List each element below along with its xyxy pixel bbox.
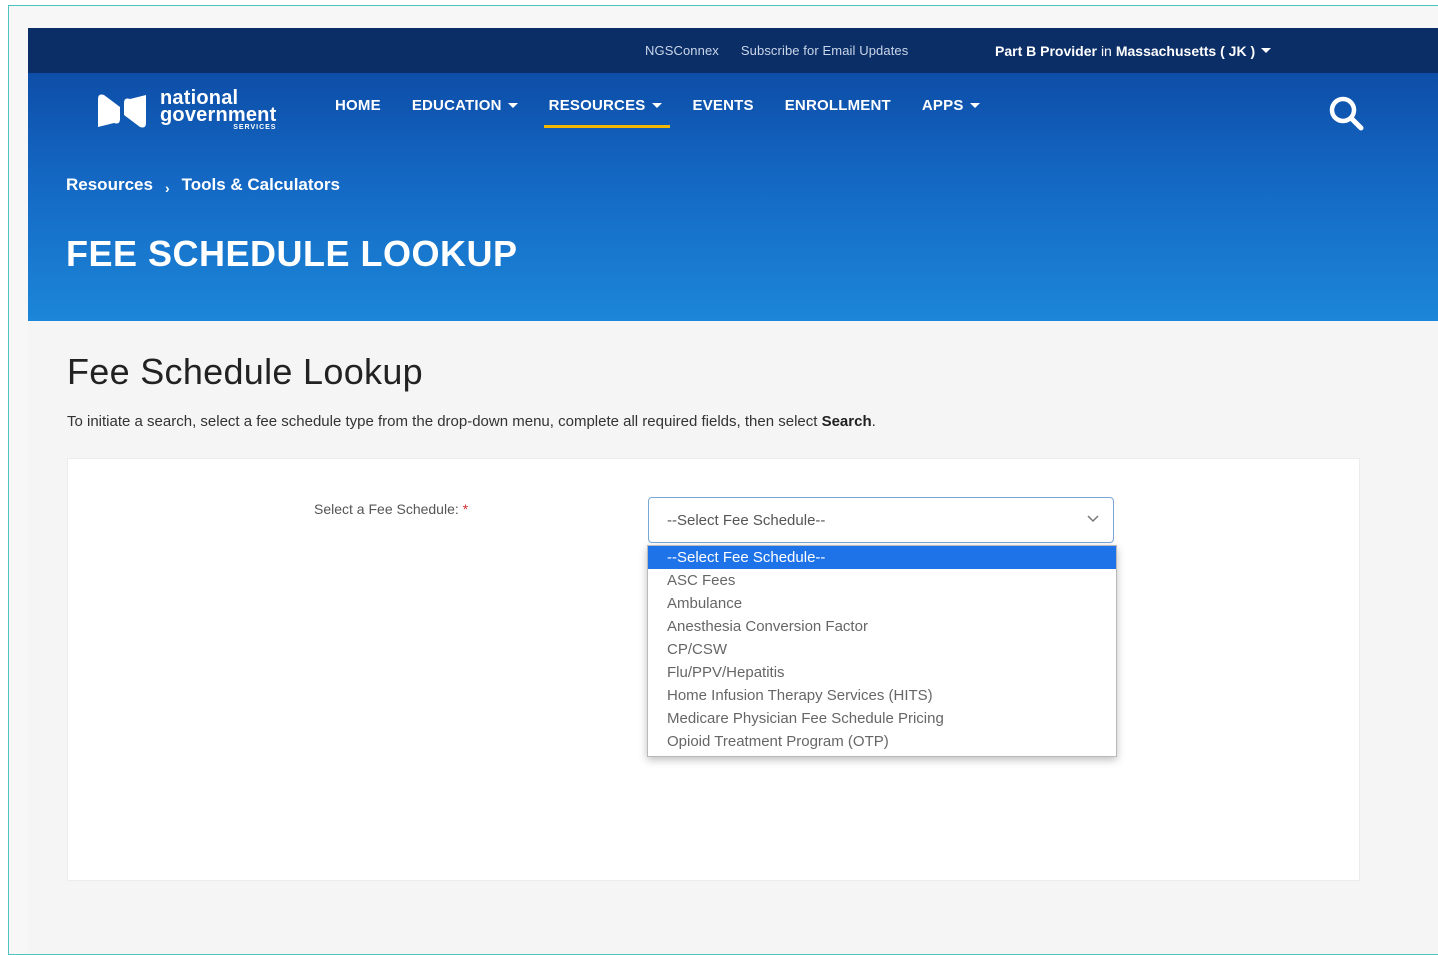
provider-in: in bbox=[1100, 42, 1112, 59]
ngs-logo[interactable]: national government SERVICES bbox=[94, 88, 277, 133]
breadcrumb-resources[interactable]: Resources bbox=[66, 175, 153, 195]
chevron-down-icon bbox=[969, 103, 980, 108]
dropdown-option[interactable]: ASC Fees bbox=[648, 569, 1116, 592]
fee-schedule-select[interactable]: --Select Fee Schedule-- bbox=[648, 497, 1114, 543]
chevron-down-icon bbox=[507, 103, 518, 108]
page-heading: FEE SCHEDULE LOOKUP bbox=[66, 233, 518, 274]
chevron-down-icon bbox=[1261, 48, 1272, 53]
dropdown-option[interactable]: Flu/PPV/Hepatitis bbox=[648, 661, 1116, 684]
ngsconnex-link[interactable]: NGSConnex bbox=[645, 43, 719, 58]
provider-state: Massachusetts ( JK ) bbox=[1115, 42, 1256, 59]
nav-label: EVENTS bbox=[692, 97, 754, 114]
nav-label: APPS bbox=[921, 97, 964, 114]
nav-home[interactable]: HOME bbox=[335, 97, 381, 128]
intro-pre: To initiate a search, select a fee sched… bbox=[67, 413, 822, 430]
nav-enrollment[interactable]: ENROLLMENT bbox=[785, 97, 891, 128]
screenshot-frame: NGSConnex Subscribe for Email Updates Pa… bbox=[8, 5, 1438, 955]
nav-label: ENROLLMENT bbox=[784, 97, 891, 114]
provider-type: Part B Provider bbox=[995, 42, 1097, 59]
intro-text: To initiate a search, select a fee sched… bbox=[67, 413, 876, 430]
dropdown-option[interactable]: Medicare Physician Fee Schedule Pricing bbox=[648, 707, 1116, 730]
chevron-down-icon bbox=[1087, 515, 1099, 523]
breadcrumb-separator: › bbox=[164, 180, 170, 196]
utility-links: NGSConnex Subscribe for Email Updates bbox=[645, 28, 930, 73]
dropdown-option[interactable]: Home Infusion Therapy Services (HITS) bbox=[648, 684, 1116, 707]
dropdown-option[interactable]: CP/CSW bbox=[648, 638, 1116, 661]
dropdown-option[interactable]: Opioid Treatment Program (OTP) bbox=[648, 730, 1116, 753]
nav-education[interactable]: EDUCATION bbox=[412, 97, 518, 128]
breadcrumb-tools[interactable]: Tools & Calculators bbox=[182, 175, 340, 195]
fee-schedule-selected-value: --Select Fee Schedule-- bbox=[667, 511, 826, 529]
page-title: Fee Schedule Lookup bbox=[67, 351, 423, 392]
site: NGSConnex Subscribe for Email Updates Pa… bbox=[28, 28, 1438, 954]
dropdown-option[interactable]: Anesthesia Conversion Factor bbox=[648, 615, 1116, 638]
utility-bar: NGSConnex Subscribe for Email Updates Pa… bbox=[28, 28, 1438, 73]
search-icon[interactable] bbox=[1326, 93, 1366, 133]
intro-search-word: Search bbox=[821, 413, 872, 430]
fee-schedule-dropdown: --Select Fee Schedule-- ASC Fees Ambulan… bbox=[647, 545, 1117, 757]
chevron-down-icon bbox=[651, 103, 662, 108]
subscribe-link[interactable]: Subscribe for Email Updates bbox=[741, 43, 908, 58]
breadcrumb: Resources › Tools & Calculators bbox=[66, 175, 340, 196]
nav-label: EDUCATION bbox=[411, 97, 502, 114]
lookup-form-card: Select a Fee Schedule: * --Select Fee Sch… bbox=[67, 458, 1360, 881]
nav-events[interactable]: EVENTS bbox=[693, 97, 754, 128]
fee-schedule-label: Select a Fee Schedule: * bbox=[314, 501, 468, 517]
logo-line-2: government bbox=[160, 104, 277, 126]
intro-post: . bbox=[871, 413, 876, 430]
nav-apps[interactable]: APPS bbox=[922, 97, 980, 128]
nav-label: HOME bbox=[335, 97, 381, 114]
dropdown-option[interactable]: Ambulance bbox=[648, 592, 1116, 615]
main-nav: HOME EDUCATION RESOURCES EVENTS ENROLLME… bbox=[335, 97, 1011, 128]
ngs-logo-icon bbox=[98, 94, 146, 128]
site-header: national government SERVICES HOME EDUCAT… bbox=[28, 73, 1438, 321]
nav-resources[interactable]: RESOURCES bbox=[543, 97, 670, 128]
provider-selector[interactable]: Part B Provider in Massachusetts ( JK ) bbox=[995, 42, 1272, 59]
dropdown-option[interactable]: --Select Fee Schedule-- bbox=[648, 546, 1116, 569]
required-mark: * bbox=[462, 501, 469, 517]
fee-schedule-label-text: Select a Fee Schedule: bbox=[314, 501, 459, 517]
logo-wordmark: national government SERVICES bbox=[160, 88, 277, 132]
nav-label: RESOURCES bbox=[548, 97, 646, 114]
